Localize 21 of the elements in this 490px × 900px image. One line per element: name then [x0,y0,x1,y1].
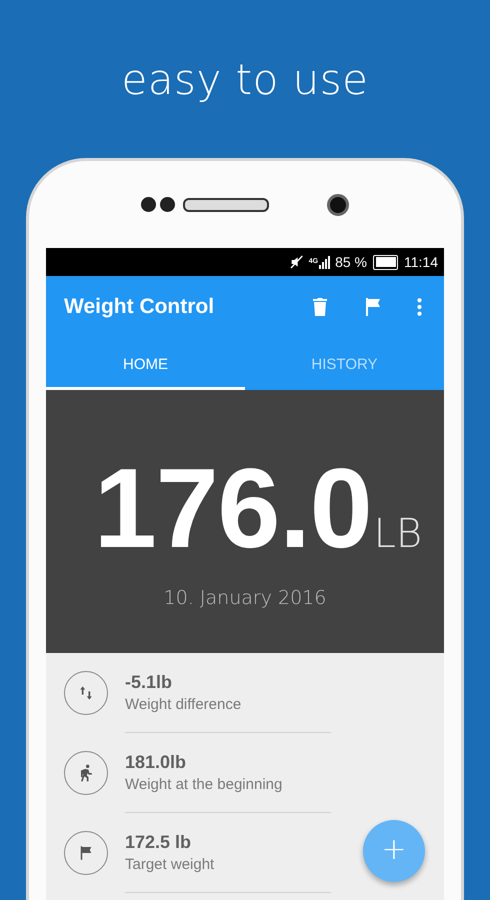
tab[interactable]: HISTORY [245,338,444,390]
app-title: Weight Control [64,295,216,319]
weight-unit: LB [374,511,422,557]
battery-percent: 85 % [335,254,367,270]
stat-value: 172.5 lb [125,832,192,853]
stat-value: 181.0lb [125,752,188,773]
clock-time: 11:14 [404,254,438,270]
battery-icon [373,254,398,270]
sensor-dot [160,197,175,212]
stat-label: Target weight [125,856,216,873]
stat-label: Weight difference [125,696,242,713]
stat-value: -5.1lb [125,672,174,693]
weight-date: 10. January 2016 [164,587,326,609]
headline: easy to use [120,54,370,106]
muted-speaker-icon [288,254,305,270]
current-weight: 176.0 [94,452,372,565]
stat-label: Weight at the beginning [125,776,284,793]
sensor-dot [141,197,156,212]
camera-lens [327,194,349,216]
signal-icon [319,255,332,269]
more-icon [416,298,422,316]
